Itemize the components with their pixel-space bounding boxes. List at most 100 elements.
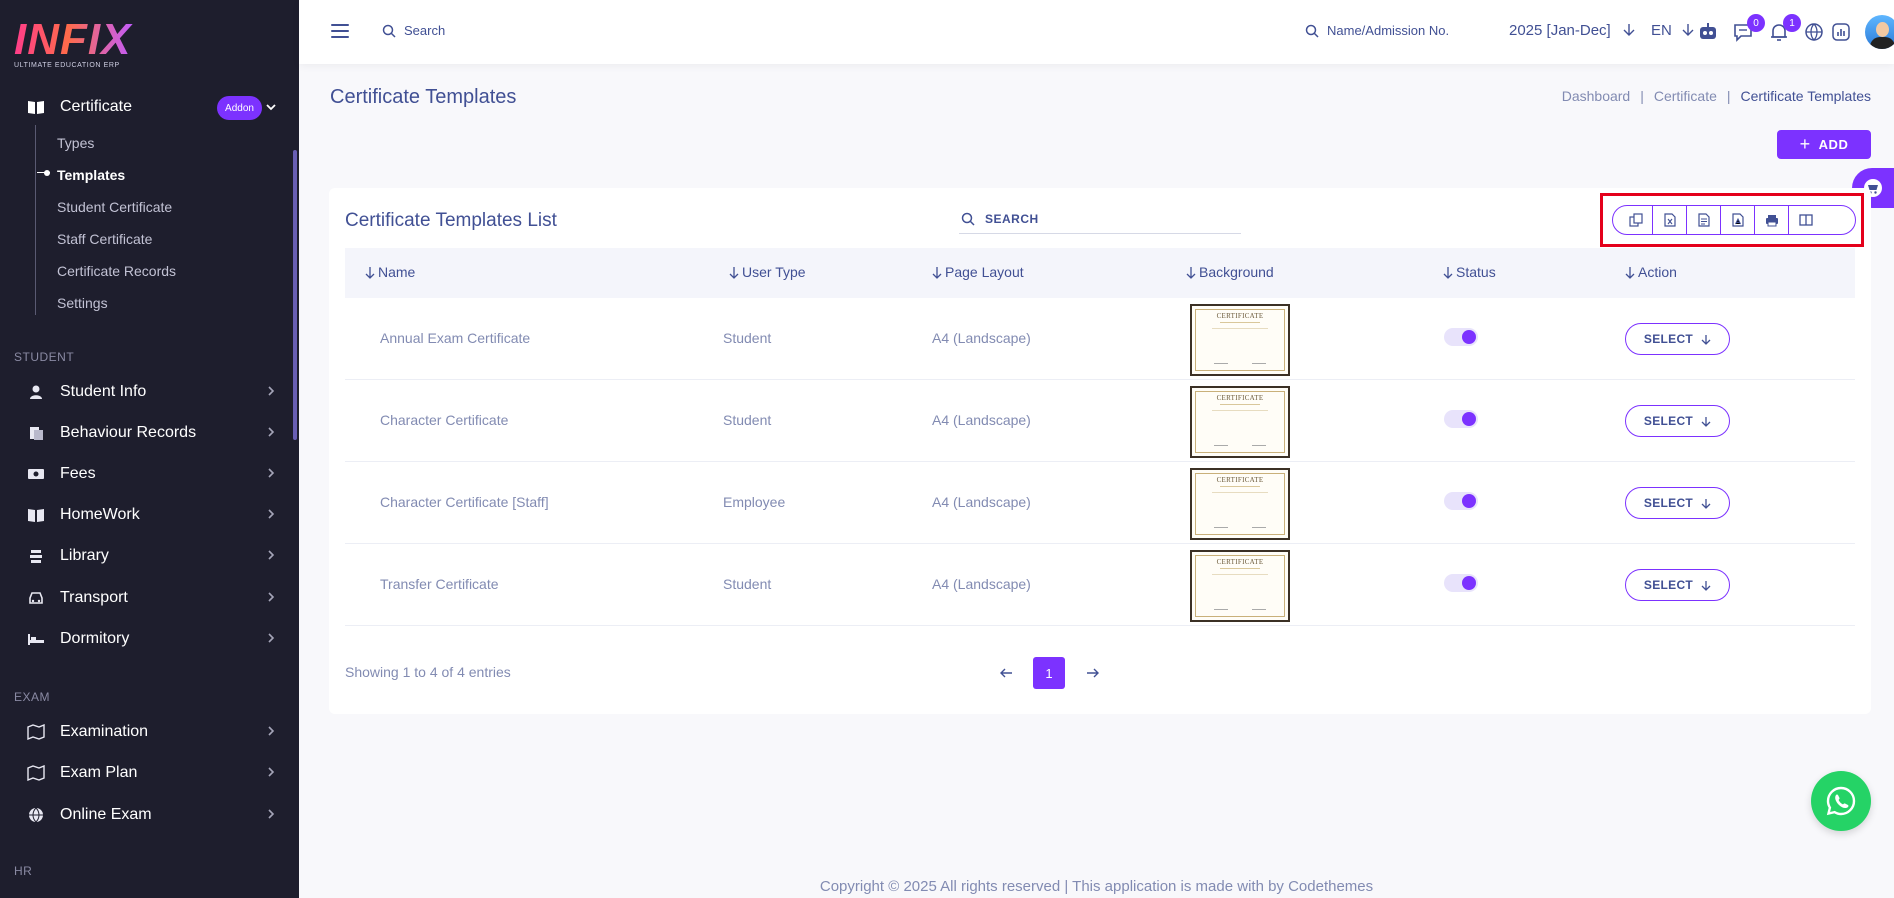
submenu-staff-certificate[interactable]: Staff Certificate [57, 231, 152, 247]
templates-card: Certificate Templates List SEARCH Name U… [329, 188, 1871, 714]
cell-user-type: Employee [723, 494, 786, 510]
excel-icon[interactable] [1653, 206, 1687, 234]
search-icon [961, 212, 975, 226]
breadcrumb-certificate[interactable]: Certificate [1654, 88, 1717, 104]
sidebar-item-student-info[interactable]: Student Info [0, 374, 299, 410]
csv-icon[interactable] [1687, 206, 1721, 234]
globe-icon[interactable] [1802, 20, 1826, 44]
cell-page-layout: A4 (Landscape) [932, 576, 1031, 592]
table-search-input[interactable]: SEARCH [959, 204, 1241, 234]
sidebar-item-label: Fees [60, 465, 96, 482]
column-header-name[interactable]: Name [365, 264, 415, 280]
sidebar-item-behaviour-records[interactable]: Behaviour Records [0, 415, 299, 451]
arrow-down-icon [1701, 334, 1711, 345]
submenu-active-dot [44, 170, 50, 176]
car-icon [26, 588, 46, 608]
top-search[interactable]: Search [382, 23, 445, 38]
sidebar-item-label: Online Exam [60, 806, 152, 823]
select-button[interactable]: SELECT [1625, 405, 1730, 437]
top-bar: Search Name/Admission No. 2025 [Jan-Dec]… [299, 0, 1894, 64]
sidebar-item-exam-plan[interactable]: Exam Plan [0, 755, 299, 791]
columns-icon[interactable] [1789, 206, 1823, 234]
table-row: Character Certificate Student A4 (Landsc… [345, 380, 1855, 462]
status-toggle[interactable] [1444, 574, 1478, 592]
sidebar-item-label: Dormitory [60, 630, 130, 647]
page-number[interactable]: 1 [1033, 657, 1065, 689]
footer-copyright: Copyright © 2025 All rights reserved | T… [819, 878, 1374, 895]
chevron-right-icon [268, 808, 275, 822]
language-select[interactable]: EN [1651, 22, 1694, 39]
cell-user-type: Student [723, 576, 772, 592]
table-row: Transfer Certificate Student A4 (Landsca… [345, 544, 1855, 626]
chat-icon[interactable]: 0 [1731, 14, 1765, 44]
book-open-icon [26, 97, 46, 117]
column-header-action[interactable]: Action [1625, 264, 1677, 280]
arrow-down-icon [1701, 580, 1711, 591]
sidebar-item-transport[interactable]: Transport [0, 580, 299, 616]
select-button[interactable]: SELECT [1625, 569, 1730, 601]
cell-page-layout: A4 (Landscape) [932, 494, 1031, 510]
submenu-types[interactable]: Types [57, 135, 94, 151]
sidebar-item-examination[interactable]: Examination [0, 714, 299, 750]
chevron-down-icon[interactable] [266, 100, 276, 114]
chevron-right-icon [268, 467, 275, 481]
add-button[interactable]: + ADD [1777, 130, 1871, 159]
chevron-right-icon [268, 632, 275, 646]
robot-icon[interactable] [1696, 20, 1720, 44]
bell-icon[interactable]: 1 [1767, 14, 1801, 44]
logo[interactable]: INFIX ULTIMATE EDUCATION ERP [14, 18, 134, 70]
sidebar-item-label: Transport [60, 589, 128, 606]
sidebar-item-fees[interactable]: Fees [0, 456, 299, 492]
sidebar-item-online-exam[interactable]: Online Exam [0, 797, 299, 833]
submenu-templates[interactable]: Templates [57, 167, 125, 183]
plus-icon: + [1799, 134, 1811, 154]
column-header-status[interactable]: Status [1443, 264, 1496, 280]
entries-info: Showing 1 to 4 of 4 entries [345, 664, 511, 680]
academic-year-select[interactable]: 2025 [Jan-Dec] [1509, 22, 1635, 39]
pdf-icon[interactable] [1721, 206, 1755, 234]
book-icon [26, 505, 46, 525]
chevron-right-icon [268, 725, 275, 739]
table-row: Annual Exam Certificate Student A4 (Land… [345, 298, 1855, 380]
sidebar-item-homework[interactable]: HomeWork [0, 497, 299, 533]
table-search-placeholder: SEARCH [985, 211, 1039, 226]
breadcrumb: Dashboard | Certificate | Certificate Te… [1562, 88, 1871, 104]
logo-tagline: ULTIMATE EDUCATION ERP [14, 62, 120, 69]
sidebar-item-label: Library [60, 547, 109, 564]
status-toggle[interactable] [1444, 492, 1478, 510]
analytics-icon[interactable] [1829, 20, 1853, 44]
addon-badge: Addon [217, 96, 262, 120]
breadcrumb-dashboard[interactable]: Dashboard [1562, 88, 1631, 104]
arrow-down-icon [1623, 24, 1635, 36]
submenu-certificate-records[interactable]: Certificate Records [57, 263, 176, 279]
column-header-page-layout[interactable]: Page Layout [932, 264, 1024, 280]
print-icon[interactable] [1755, 206, 1789, 234]
whatsapp-icon[interactable] [1811, 771, 1871, 831]
menu-toggle-icon[interactable] [331, 24, 349, 38]
sidebar-item-label: Certificate [60, 98, 133, 115]
copy-icon[interactable] [1619, 206, 1653, 234]
next-page-icon[interactable] [1083, 664, 1101, 682]
avatar[interactable] [1865, 15, 1894, 49]
sidebar-item-dormitory[interactable]: Dormitory [0, 621, 299, 657]
select-button[interactable]: SELECT [1625, 487, 1730, 519]
column-header-background[interactable]: Background [1186, 264, 1274, 280]
column-header-user-type[interactable]: User Type [729, 264, 806, 280]
cell-user-type: Student [723, 412, 772, 428]
submenu-settings[interactable]: Settings [57, 295, 108, 311]
library-icon [26, 546, 46, 566]
name-admission-search[interactable]: Name/Admission No. [1305, 23, 1449, 38]
sidebar-item-library[interactable]: Library [0, 538, 299, 574]
search-icon [382, 24, 396, 38]
chevron-right-icon [268, 591, 275, 605]
submenu-student-certificate[interactable]: Student Certificate [57, 199, 172, 215]
status-toggle[interactable] [1444, 410, 1478, 428]
status-toggle[interactable] [1444, 328, 1478, 346]
select-button[interactable]: SELECT [1625, 323, 1730, 355]
prev-page-icon[interactable] [997, 664, 1015, 682]
name-search-label: Name/Admission No. [1327, 23, 1450, 38]
cell-name: Character Certificate [Staff] [380, 494, 549, 510]
sort-arrow-icon [729, 266, 739, 279]
money-icon [26, 464, 46, 484]
sidebar-item-label: Behaviour Records [60, 424, 197, 441]
